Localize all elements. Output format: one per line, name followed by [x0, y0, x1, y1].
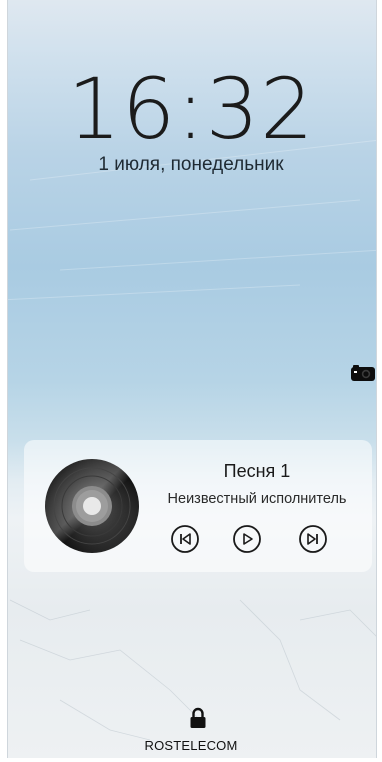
play-button[interactable] [232, 524, 262, 554]
carrier-label: ROSTELECOM [144, 738, 238, 753]
play-icon [233, 525, 261, 553]
music-player-widget: Песня 1 Неизвестный исполнитель [24, 440, 372, 572]
previous-track-button[interactable] [170, 524, 200, 554]
lockscreen-clock: 16:32 [67, 60, 315, 158]
camera-icon[interactable] [350, 364, 376, 382]
song-title: Песня 1 [223, 461, 291, 481]
screen-bezel-bottom [0, 758, 382, 762]
skip-previous-icon [171, 525, 199, 553]
lockscreen-date: 1 июля, понедельник [98, 154, 284, 175]
next-track-button[interactable] [298, 524, 328, 554]
lock-icon[interactable] [189, 707, 207, 729]
song-artist: Неизвестный исполнитель [167, 491, 347, 507]
vinyl-disc-icon [44, 458, 140, 554]
lockscreen-background: 16:32 1 июля, понедельник Песня 1 Неизве… [0, 0, 382, 762]
skip-next-icon [299, 525, 327, 553]
